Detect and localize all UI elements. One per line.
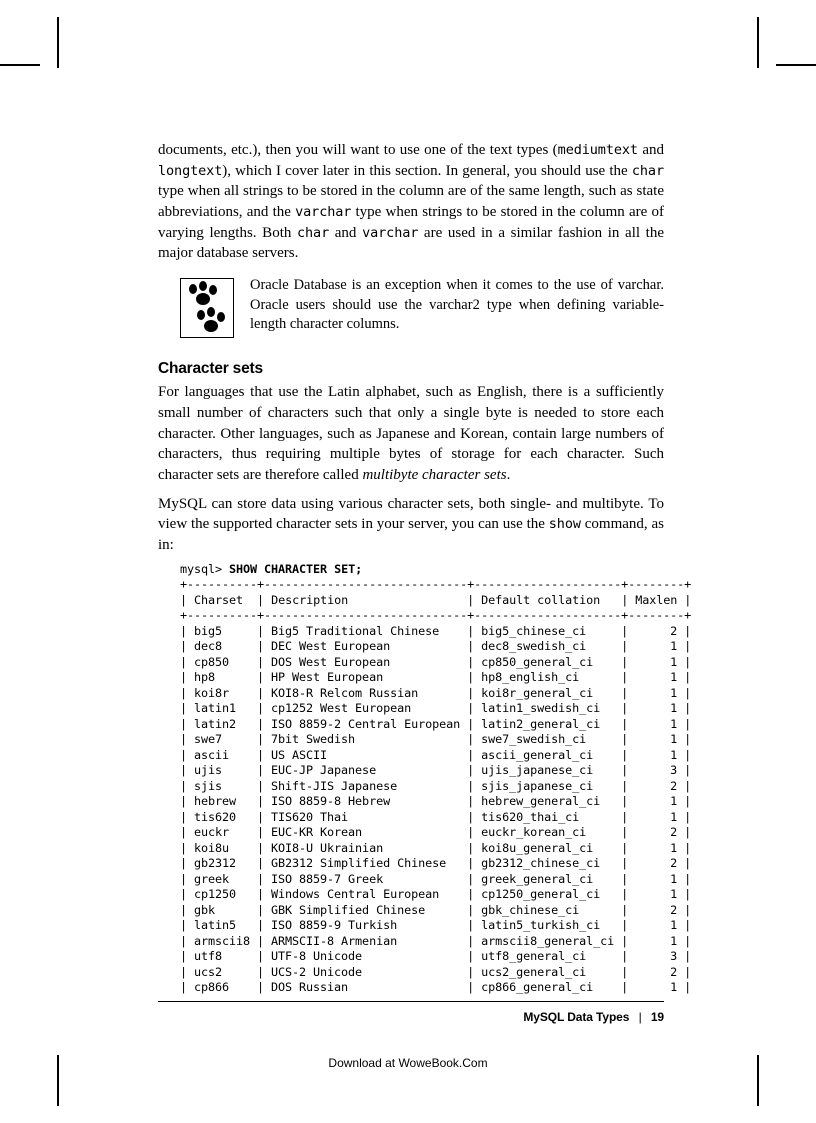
page-number: 19 bbox=[651, 1010, 664, 1024]
footer-separator: | bbox=[639, 1010, 642, 1024]
sql-prompt: mysql> bbox=[180, 562, 229, 576]
footer-rule bbox=[158, 1001, 664, 1002]
download-note: Download at WoweBook.Com bbox=[0, 1056, 816, 1070]
emphasis: multibyte character sets bbox=[362, 467, 506, 483]
text: ), which I cover later in this section. … bbox=[222, 163, 632, 179]
sql-command: SHOW CHARACTER SET; bbox=[229, 562, 362, 576]
crop-mark bbox=[776, 64, 816, 66]
code-inline: varchar bbox=[295, 204, 351, 220]
footer-section-title: MySQL Data Types bbox=[523, 1010, 629, 1024]
code-inline: mediumtext bbox=[558, 142, 638, 158]
code-inline: varchar bbox=[618, 277, 661, 293]
col-description: Description bbox=[271, 593, 348, 607]
paragraph: For languages that use the Latin alphabe… bbox=[158, 382, 664, 485]
code-inline: char bbox=[632, 163, 664, 179]
paragraph: MySQL can store data using various chara… bbox=[158, 494, 664, 556]
text: Oracle Database is an exception when it … bbox=[250, 277, 618, 293]
code-inline: varchar bbox=[362, 225, 418, 241]
note-box: Oracle Database is an exception when it … bbox=[158, 276, 664, 338]
note-text: Oracle Database is an exception when it … bbox=[250, 276, 664, 335]
content-area: documents, etc.), then you will want to … bbox=[158, 140, 664, 996]
pawprint-icon bbox=[180, 278, 234, 338]
text: and bbox=[638, 142, 664, 158]
text: documents, etc.), then you will want to … bbox=[158, 142, 558, 158]
code-inline: varchar2 bbox=[429, 297, 480, 313]
table-body: | big5 | Big5 Traditional Chinese | big5… bbox=[180, 624, 691, 995]
text: . bbox=[507, 467, 511, 483]
page: documents, etc.), then you will want to … bbox=[0, 0, 816, 1123]
text: and bbox=[329, 225, 362, 241]
table-border: +----------+----------------------------… bbox=[180, 608, 691, 622]
footer: MySQL Data Types | 19 bbox=[158, 1010, 664, 1024]
code-inline: longtext bbox=[158, 163, 222, 179]
heading-character-sets: Character sets bbox=[158, 360, 664, 378]
crop-mark bbox=[0, 64, 40, 66]
crop-mark bbox=[757, 17, 759, 68]
sql-output: mysql> SHOW CHARACTER SET; +----------+-… bbox=[180, 562, 664, 996]
table-header-row: | Charset | Description | Default collat… bbox=[180, 593, 691, 607]
code-inline: char bbox=[297, 225, 329, 241]
crop-mark bbox=[57, 17, 59, 68]
col-charset: Charset bbox=[194, 593, 243, 607]
paragraph: documents, etc.), then you will want to … bbox=[158, 140, 664, 264]
col-collation: Default collation bbox=[481, 593, 600, 607]
code-inline: show bbox=[549, 516, 581, 532]
col-maxlen: Maxlen bbox=[635, 593, 677, 607]
table-border: +----------+----------------------------… bbox=[180, 577, 691, 591]
